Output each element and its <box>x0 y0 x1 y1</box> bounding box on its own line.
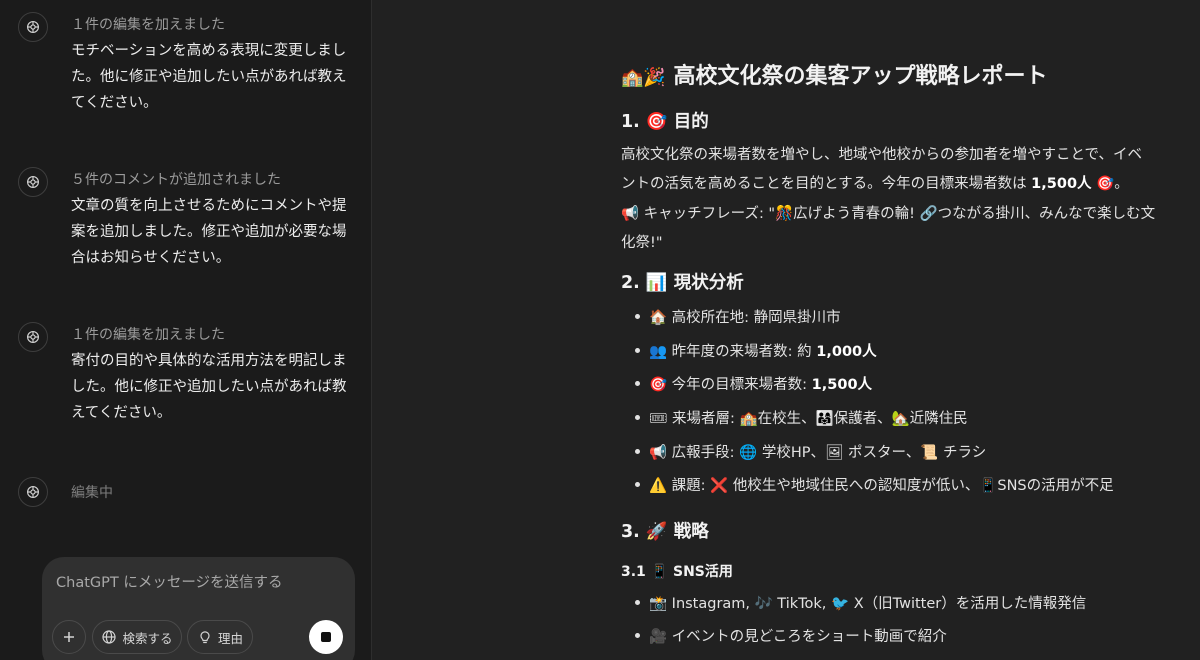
plus-icon <box>64 632 74 642</box>
editing-status: 編集中 <box>71 485 113 501</box>
message-text: 寄付の目的や具体的な活用方法を明記しま した。他に修正や追加したい点があれば教 … <box>71 348 361 426</box>
purpose-paragraph: 高校文化祭の来場者数を増やし、地域や他校からの参加者を増やすことで、イベ ントの… <box>621 141 1161 199</box>
target-number: 1,500人 <box>1031 176 1092 192</box>
message-composer[interactable]: ChatGPT にメッセージを送信する 検索する 理由 <box>42 557 355 660</box>
message-line: 合はお知らせください。 <box>71 250 231 266</box>
paragraph-text: ントの活気を高めることを目的とする。今年の目標来場者数は <box>621 176 1027 192</box>
chatgpt-logo-icon <box>18 12 48 42</box>
chatgpt-logo-icon <box>18 167 48 197</box>
lightbulb-icon <box>200 631 210 644</box>
message-line: た。他に修正や追加したい点があれば教え <box>71 69 347 85</box>
title-emoji: 🏫🎉 <box>621 67 666 88</box>
paragraph-line: 化祭!" <box>621 235 663 251</box>
message-status: １件の編集を加えました <box>71 327 225 343</box>
list-item-text: 🎯 今年の目標来場者数: <box>649 377 812 393</box>
title-text: 高校文化祭の集客アップ戦略レポート <box>673 64 1048 89</box>
paragraph-line: 📢 キャッチフレーズ: "🎊広げよう青春の輪! 🔗つながる掛川、みんなで楽しむ文 <box>621 206 1156 222</box>
assistant-message: １件の編集を加えました モチベーションを高める表現に変更しまし た。他に修正や追… <box>18 12 363 122</box>
message-line: てください。 <box>71 95 158 111</box>
reason-button[interactable]: 理由 <box>187 620 253 654</box>
paragraph-line: ントの活気を高めることを目的とする。今年の目標来場者数は 1,500人 🎯。 <box>621 170 1161 199</box>
section-heading-purpose: 1. 🎯 目的 <box>621 112 709 132</box>
list-item-text: ⚠️ 課題: ❌ 他校生や地域住民への認知度が低い、📱SNSの活用が不足 <box>649 478 1114 494</box>
list-item-text: 🎟 来場者層: 🏫在校生、👨‍👩‍👧保護者、🏡近隣住民 <box>649 411 968 427</box>
chatgpt-logo-icon <box>18 477 48 507</box>
globe-icon <box>102 630 117 644</box>
message-line: 寄付の目的や具体的な活用方法を明記しま <box>71 353 347 369</box>
message-status: １件の編集を加えました <box>71 17 225 33</box>
message-input[interactable]: ChatGPT にメッセージを送信する <box>56 571 283 592</box>
message-text: モチベーションを高める表現に変更しまし た。他に修正や追加したい点があれば教え … <box>71 38 361 116</box>
list-item-text: 🏠 高校所在地: 静岡県掛川市 <box>649 310 841 326</box>
stop-button[interactable] <box>309 620 343 654</box>
list-item-text: 📢 広報手段: 🌐 学校HP、🖼 ポスター、📜 チラシ <box>649 445 987 461</box>
message-line: モチベーションを高める表現に変更しまし <box>71 43 347 59</box>
message-line: 案を追加しました。修正や追加が必要な場 <box>71 224 347 240</box>
assistant-message: ５件のコメントが追加されました 文章の質を向上させるためにコメントや提 案を追加… <box>18 167 363 277</box>
list-item-text: 🎥 イベントの見どころをショート動画で紹介 <box>649 629 947 645</box>
section-heading-analysis: 2. 📊 現状分析 <box>621 273 744 293</box>
reason-button-label: 理由 <box>217 630 243 646</box>
assistant-message: １件の編集を加えました 寄付の目的や具体的な活用方法を明記しま した。他に修正や… <box>18 322 363 432</box>
list-item-text: 👥 昨年度の来場者数: 約 <box>649 344 817 360</box>
message-text: 文章の質を向上させるためにコメントや提 案を追加しました。修正や追加が必要な場 … <box>71 193 361 271</box>
assistant-message: 編集中 <box>18 477 363 509</box>
message-status: ５件のコメントが追加されました <box>71 172 281 188</box>
search-button[interactable]: 検索する <box>92 620 182 654</box>
paragraph-line: 高校文化祭の来場者数を増やし、地域や他校からの参加者を増やすことで、イベ <box>621 147 1142 163</box>
search-button-label: 検索する <box>122 630 173 646</box>
document-title: 🏫🎉 高校文化祭の集客アップ戦略レポート <box>621 58 1048 90</box>
message-line: した。他に修正や追加したい点があれば教 <box>71 379 347 395</box>
canvas-document-panel: 🏫🎉 高校文化祭の集客アップ戦略レポート 1. 🎯 目的 高校文化祭の来場者数を… <box>373 0 1200 660</box>
subsection-heading-sns: 3.1 📱 SNS活用 <box>621 564 733 580</box>
paragraph-text: 🎯。 <box>1091 176 1129 192</box>
list-item-bold: 1,500人 <box>811 377 873 393</box>
message-line: 文章の質を向上させるためにコメントや提 <box>71 198 347 214</box>
catchphrase-paragraph: 📢 キャッチフレーズ: "🎊広げよう青春の輪! 🔗つながる掛川、みんなで楽しむ文… <box>621 200 1161 258</box>
list-item-bold: 1,000人 <box>816 344 877 360</box>
list-item-text: 📸 Instagram, 🎶 TikTok, 🐦 X（旧Twitter）を活用し… <box>649 596 1087 612</box>
stop-icon <box>321 632 331 642</box>
chatgpt-logo-icon <box>18 322 48 352</box>
message-line: えてください。 <box>71 405 172 421</box>
section-heading-strategy: 3. 🚀 戦略 <box>621 522 709 542</box>
attach-button[interactable] <box>52 620 86 654</box>
chat-sidebar: １件の編集を加えました モチベーションを高める表現に変更しまし た。他に修正や追… <box>0 0 372 660</box>
